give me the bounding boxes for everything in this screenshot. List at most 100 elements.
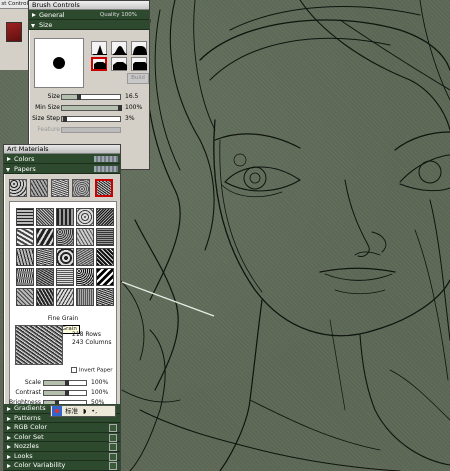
slider-knob[interactable]: [65, 380, 69, 386]
close-icon[interactable]: [109, 443, 117, 451]
section-colors[interactable]: Colors: [4, 154, 120, 164]
slider-knob[interactable]: [63, 116, 67, 122]
profile-linear-button[interactable]: [111, 57, 127, 71]
paper-tile[interactable]: [16, 228, 34, 246]
paper-tile[interactable]: [16, 268, 34, 286]
paper-tile[interactable]: [36, 268, 54, 286]
paper-swatch-preview: [94, 166, 118, 172]
profile-watercolor-button[interactable]: [91, 57, 107, 71]
panel-title[interactable]: Brush Controls: [29, 1, 149, 10]
slider-track[interactable]: [61, 94, 121, 100]
expand-arrow-icon[interactable]: [7, 407, 11, 411]
paper-thumb[interactable]: [51, 179, 69, 197]
ime-logo-icon[interactable]: [52, 406, 62, 416]
close-icon[interactable]: [109, 424, 117, 432]
paper-tile[interactable]: [56, 208, 74, 226]
slider-knob[interactable]: [77, 94, 81, 100]
slider-track[interactable]: [43, 390, 87, 396]
expand-arrow-icon[interactable]: [7, 454, 11, 459]
slider-value: 3%: [125, 115, 135, 122]
slider-knob[interactable]: [118, 105, 122, 111]
section-label: Papers: [14, 165, 36, 173]
section-general[interactable]: General Quality 100%: [29, 10, 149, 20]
collapse-arrow-icon[interactable]: [6, 167, 10, 172]
paper-tile[interactable]: [56, 248, 74, 266]
min-size-slider[interactable]: Min Size 100%: [29, 103, 149, 113]
section-papers[interactable]: Papers: [4, 164, 120, 174]
profile-pointed-button[interactable]: [91, 41, 107, 55]
paper-tile[interactable]: [16, 248, 34, 266]
paper-tile[interactable]: [36, 208, 54, 226]
ime-mode[interactable]: 标准: [65, 406, 78, 416]
quality-readout: Quality 100%: [99, 12, 137, 18]
paper-tile[interactable]: [96, 248, 114, 266]
section-label: Colors: [14, 155, 35, 163]
slider-track[interactable]: [61, 105, 122, 111]
expand-arrow-icon[interactable]: [7, 435, 11, 440]
slider-label: Scale: [24, 379, 41, 386]
paper-tile[interactable]: [56, 288, 74, 306]
paper-tile[interactable]: [16, 288, 34, 306]
size-step-slider[interactable]: Size Step 3%: [29, 114, 149, 124]
paper-tile[interactable]: [36, 248, 54, 266]
section-label: Color Variability: [14, 461, 66, 469]
paper-thumb[interactable]: [72, 179, 90, 197]
paper-tile[interactable]: [56, 268, 74, 286]
profile-medium-button[interactable]: [111, 41, 127, 55]
paper-tile[interactable]: [76, 268, 94, 286]
slider-knob[interactable]: [65, 390, 69, 396]
section-looks[interactable]: Looks: [4, 451, 120, 461]
size-preview[interactable]: [34, 38, 84, 88]
half-width-icon[interactable]: ◗: [80, 406, 89, 416]
profile-flat-button[interactable]: [131, 57, 147, 71]
section-label: Color Set: [14, 432, 44, 441]
section-label: Nozzles: [14, 442, 39, 450]
paper-tile[interactable]: [36, 288, 54, 306]
paper-tile[interactable]: [16, 208, 34, 226]
paper-tile[interactable]: [96, 228, 114, 246]
size-slider[interactable]: Size 16.5: [29, 92, 149, 102]
profile-dull-button[interactable]: [131, 41, 147, 55]
paper-tile[interactable]: [76, 288, 94, 306]
panel-tab[interactable]: st Control: [0, 0, 29, 9]
close-icon[interactable]: [109, 433, 117, 442]
expand-arrow-icon[interactable]: [32, 13, 36, 17]
slider-track: [61, 127, 121, 133]
property-bar-panel: st Control: [0, 0, 29, 70]
build-button[interactable]: Build: [127, 73, 149, 84]
slider-track[interactable]: [43, 380, 87, 386]
expand-arrow-icon[interactable]: [7, 157, 11, 161]
paper-tile[interactable]: [96, 268, 114, 286]
feature-slider: Feature: [29, 125, 149, 135]
paper-thumb[interactable]: [9, 179, 27, 197]
close-icon[interactable]: [109, 462, 117, 470]
expand-arrow-icon[interactable]: [7, 426, 11, 430]
punctuation-icon[interactable]: •,: [91, 406, 97, 416]
expand-arrow-icon[interactable]: [7, 445, 11, 449]
section-color-variability[interactable]: Color Variability: [4, 461, 120, 471]
section-rgb-color[interactable]: RGB Color: [4, 423, 120, 433]
brush-icon[interactable]: [6, 22, 22, 42]
panel-title[interactable]: Art Materials: [4, 145, 120, 154]
paper-tile[interactable]: [36, 228, 54, 246]
paper-tile[interactable]: [76, 228, 94, 246]
paper-tile[interactable]: [56, 228, 74, 246]
paper-tile[interactable]: [76, 248, 94, 266]
section-size[interactable]: Size: [29, 20, 149, 30]
collapse-arrow-icon[interactable]: [31, 23, 35, 28]
paper-thumb[interactable]: [30, 179, 48, 197]
expand-arrow-icon[interactable]: [7, 464, 11, 468]
close-icon[interactable]: [109, 452, 117, 461]
ime-toolbar[interactable]: 标准 ◗ •,: [50, 405, 116, 417]
expand-arrow-icon[interactable]: [7, 416, 11, 421]
paper-tile[interactable]: [76, 208, 94, 226]
section-label: RGB Color: [14, 423, 48, 431]
section-color-set[interactable]: Color Set: [4, 432, 120, 442]
paper-thumb-selected[interactable]: [95, 179, 113, 197]
section-nozzles[interactable]: Nozzles: [4, 442, 120, 452]
paper-tile[interactable]: [96, 288, 114, 306]
slider-track[interactable]: [61, 116, 121, 122]
scale-slider[interactable]: Scale 100%: [9, 378, 119, 388]
paper-tile[interactable]: [96, 208, 114, 226]
contrast-slider[interactable]: Contrast 100%: [9, 388, 119, 398]
